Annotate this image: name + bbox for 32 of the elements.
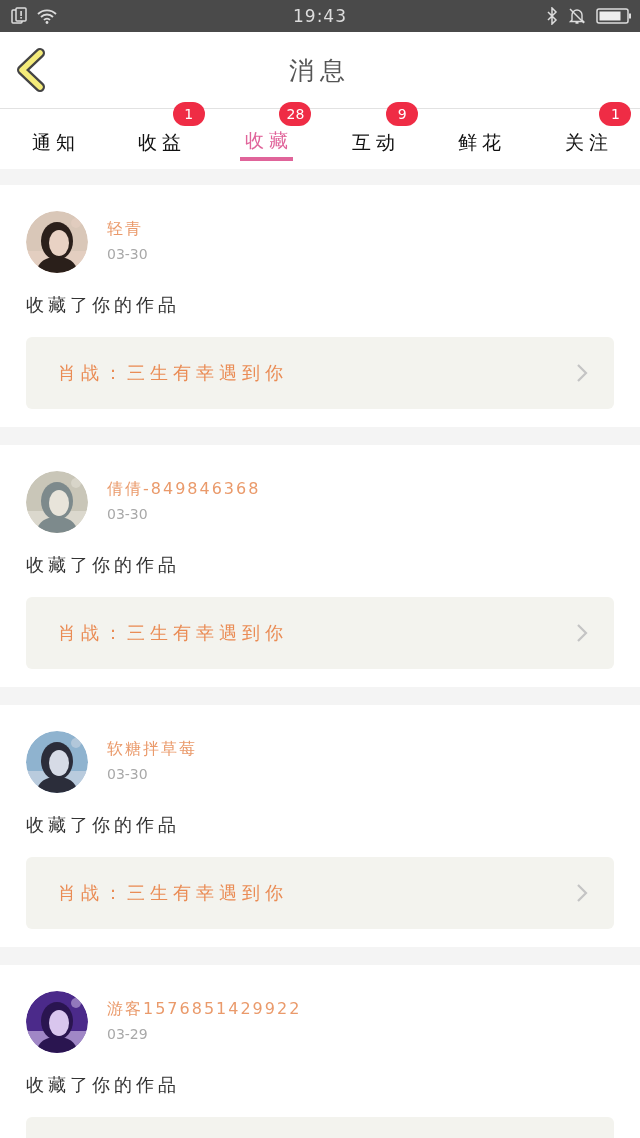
chevron-right-icon (576, 363, 588, 383)
message-text: 收藏了你的作品 (26, 1073, 180, 1097)
work-link[interactable]: 肖战：三生有幸遇到你 (26, 597, 614, 669)
sim-card-icon (10, 7, 28, 25)
count-badge: 1 (599, 102, 632, 126)
chevron-right-icon (576, 623, 588, 643)
wifi-icon (36, 8, 58, 24)
count-badge: 9 (386, 102, 419, 126)
message-date: 03-30 (107, 506, 149, 522)
tab[interactable]: 通知 (26, 109, 80, 161)
message-date: 03-30 (107, 246, 148, 262)
work-link[interactable]: 肖战：三生有幸遇到你 (26, 857, 614, 929)
user-name[interactable]: 倩倩-849846368 (107, 479, 261, 500)
back-button[interactable] (14, 48, 48, 92)
work-link[interactable]: 肖战：三生有幸遇到你 (26, 337, 614, 409)
muted-bell-icon (568, 7, 586, 25)
battery-icon (596, 7, 632, 25)
chevron-right-icon (576, 883, 588, 903)
message-text: 收藏了你的作品 (26, 293, 180, 317)
bluetooth-icon (546, 7, 558, 25)
message-date: 03-30 (107, 766, 149, 782)
status-time: 19:43 (293, 6, 347, 26)
user-name[interactable]: 轻青 (107, 219, 148, 240)
user-name[interactable]: 游客1576851429922 (107, 999, 302, 1020)
page-title: 消息 (289, 54, 351, 87)
message-date: 03-29 (107, 1026, 149, 1042)
count-badge: 28 (279, 102, 312, 126)
message-text: 收藏了你的作品 (26, 553, 180, 577)
count-badge: 1 (172, 102, 205, 126)
tab[interactable]: 鲜花 (453, 109, 507, 161)
user-name[interactable]: 软糖拌草莓 (107, 739, 197, 760)
message-text: 收藏了你的作品 (26, 813, 180, 837)
